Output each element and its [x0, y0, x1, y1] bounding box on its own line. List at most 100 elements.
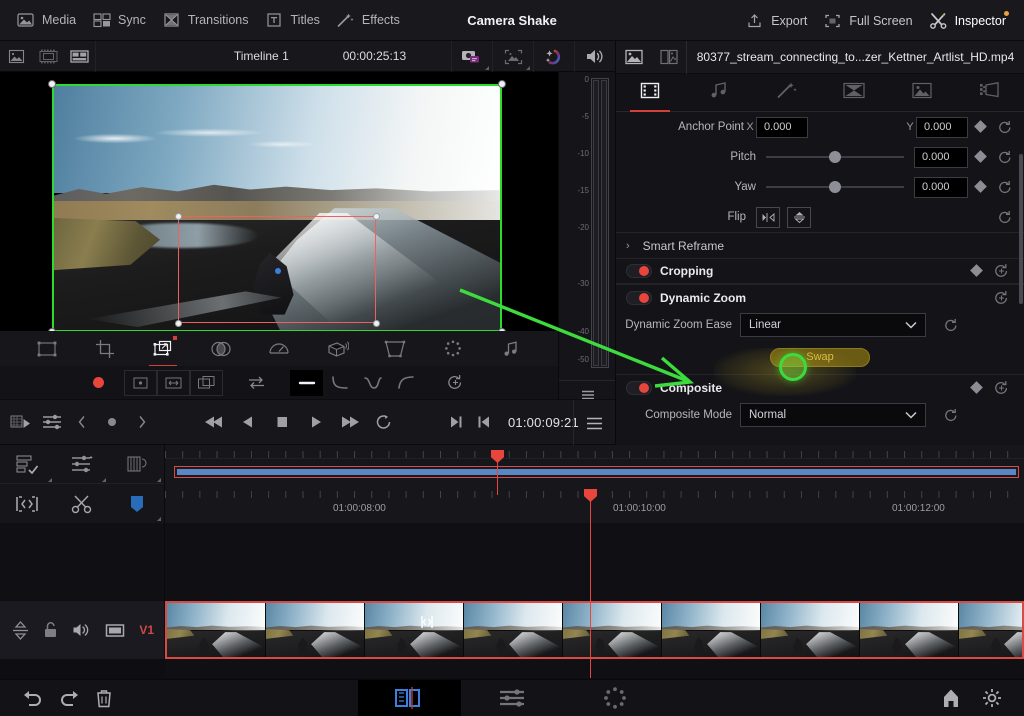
pitch-slider[interactable] [766, 147, 904, 167]
video-monitor-icon[interactable] [105, 623, 125, 638]
ease-in-button[interactable] [323, 370, 356, 396]
retime-tool[interactable] [436, 332, 470, 366]
pitch-keyframe-button[interactable] [968, 148, 992, 166]
page-cut[interactable] [357, 679, 461, 716]
keyframe-editor-icon[interactable] [8, 407, 36, 437]
composite-section[interactable]: Composite [616, 374, 1024, 400]
dynamic-zoom-ease-reset-button[interactable] [938, 318, 964, 333]
smart-reframe-section[interactable]: › Smart Reframe [616, 232, 1024, 258]
next-marker-icon[interactable] [128, 407, 156, 437]
record-keyframe-button[interactable] [80, 371, 116, 395]
linear-ease-button[interactable] [290, 369, 323, 396]
home-icon[interactable] [942, 688, 960, 708]
viewer-canvas[interactable] [0, 72, 615, 332]
composite-mode-reset-button[interactable] [938, 408, 964, 423]
speed-change-tool[interactable] [262, 332, 296, 366]
yaw-field[interactable]: 0.000 [914, 176, 968, 198]
split-view-icon[interactable] [64, 40, 96, 72]
current-timecode[interactable]: 01:00:09:21 [508, 415, 579, 430]
tab-audio[interactable] [684, 74, 752, 112]
marker-icon[interactable] [98, 407, 126, 437]
tab-file[interactable] [956, 74, 1024, 112]
reset-keyframes-button[interactable] [439, 370, 472, 396]
titles-button[interactable]: Titles [261, 6, 330, 35]
cropping-reset-button[interactable] [988, 263, 1014, 279]
yaw-slider-knob[interactable] [829, 181, 842, 193]
anchor-point-keyframe-button[interactable] [968, 118, 992, 136]
keyframe-crop-button[interactable] [190, 369, 223, 396]
cropping-section[interactable]: Cropping [616, 258, 1024, 284]
flip-reset-button[interactable] [992, 210, 1018, 225]
tab-effects[interactable] [752, 74, 820, 112]
yaw-slider[interactable] [766, 177, 904, 197]
cropping-keyframe-button[interactable] [964, 262, 988, 280]
anchor-point-marker[interactable] [275, 268, 281, 274]
flip-vertical-icon[interactable] [787, 206, 811, 228]
cropping-toggle[interactable] [626, 264, 652, 278]
effects-button[interactable]: Effects [332, 6, 410, 35]
composite-keyframe-button[interactable] [964, 379, 988, 397]
stabilization-tool[interactable] [320, 332, 354, 366]
timeline-playhead[interactable] [590, 489, 591, 678]
page-fusion[interactable] [564, 680, 667, 716]
clip-thumbnail-icon[interactable] [651, 41, 686, 74]
inspector-button[interactable]: Inspector [925, 6, 1016, 35]
sync-bin-button[interactable]: Sync [88, 6, 156, 35]
track-height-icon[interactable] [12, 620, 29, 640]
page-edit[interactable] [461, 680, 564, 716]
pitch-reset-button[interactable] [992, 150, 1018, 165]
transitions-button[interactable]: Transitions [158, 6, 259, 35]
timeline-ruler-area[interactable]: 01:00:08:00 01:00:10:00 01:00:12:00 [165, 445, 1024, 523]
blade-edit-mode-icon[interactable] [55, 484, 110, 523]
timeline-viewer-icon[interactable] [32, 41, 64, 72]
timeline-view-options-icon[interactable] [0, 445, 55, 484]
pitch-slider-knob[interactable] [829, 151, 842, 163]
crop-tool[interactable] [88, 332, 122, 366]
anchor-y-field[interactable]: 0.000 [916, 116, 968, 138]
next-clip-icon[interactable] [442, 407, 470, 437]
clip-edit-marker-icon[interactable] [418, 612, 436, 632]
swap-direction-button[interactable] [240, 370, 273, 396]
timeline-overview-playhead[interactable] [497, 450, 498, 495]
play-reverse-icon[interactable] [234, 407, 262, 437]
composite-reset-button[interactable] [988, 380, 1014, 396]
viewer-options-button[interactable] [573, 400, 615, 446]
audio-trim-icon[interactable] [55, 445, 110, 484]
media-pool-button[interactable]: Media [12, 6, 86, 35]
keyframe-size-button[interactable] [157, 369, 190, 396]
mute-track-icon[interactable] [72, 622, 91, 638]
zoom-handle-top-left[interactable] [175, 213, 182, 220]
loop-icon[interactable] [370, 407, 398, 437]
audio-tool[interactable] [494, 332, 528, 366]
yaw-keyframe-button[interactable] [968, 178, 992, 196]
snapshot-icon[interactable] [451, 41, 492, 72]
mixer-icon[interactable] [38, 407, 66, 437]
bbox-handle-top-left[interactable] [48, 80, 56, 88]
project-settings-icon[interactable] [982, 688, 1002, 708]
dynamic-zoom-reset-button[interactable] [988, 290, 1014, 306]
composite-toggle[interactable] [626, 380, 652, 395]
bbox-handle-top-right[interactable] [498, 80, 506, 88]
anchor-x-field[interactable]: 0.000 [756, 116, 808, 138]
zoom-handle-bottom-right[interactable] [373, 320, 380, 327]
tab-transition[interactable] [820, 74, 888, 112]
keyframe-position-button[interactable] [124, 369, 157, 396]
play-forward-icon[interactable] [302, 407, 330, 437]
prev-marker-icon[interactable] [68, 407, 96, 437]
zoom-handle-top-right[interactable] [373, 213, 380, 220]
dynamic-zoom-toggle[interactable] [626, 290, 652, 305]
composite-mode-select[interactable]: Normal [740, 403, 926, 427]
timeline-video-clip[interactable] [165, 601, 1024, 659]
swap-button[interactable]: Swap [770, 347, 870, 367]
dynamic-zoom-tool[interactable] [146, 332, 180, 367]
flip-horizontal-icon[interactable] [756, 206, 780, 228]
export-button[interactable]: Export [741, 6, 817, 35]
ease-in-out-button[interactable] [356, 370, 389, 396]
fullscreen-button[interactable]: Full Screen [819, 6, 922, 35]
prev-clip-icon[interactable] [470, 407, 498, 437]
audio-volume-icon[interactable] [574, 41, 615, 72]
inspector-scrollbar[interactable] [1019, 154, 1023, 304]
source-viewer-icon[interactable] [0, 41, 32, 72]
pitch-field[interactable]: 0.000 [914, 146, 968, 168]
stop-icon[interactable] [268, 407, 296, 437]
